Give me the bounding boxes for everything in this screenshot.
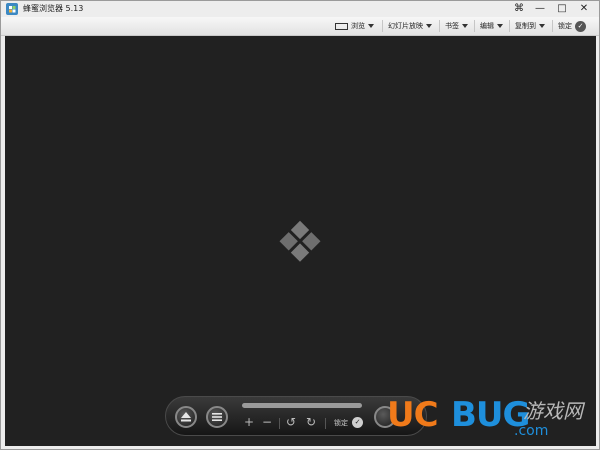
menu-icon [212,413,222,421]
copy-to-menu[interactable]: 复制到 [515,17,545,35]
chevron-down-icon [368,24,374,28]
watermark-cn: 游戏网 [523,399,583,423]
eject-button[interactable] [175,406,197,428]
watermark-uc: UC [387,395,439,435]
slideshow-label: 幻灯片放映 [388,22,423,30]
close-button[interactable]: ✕ [574,2,594,15]
toolbar-divider [382,20,383,32]
edit-menu[interactable]: 编辑 [480,17,503,35]
lock-label: 锁定 [558,22,572,30]
title-bar: 蜂蜜浏览器 5.13 ⌘ — □ ✕ [1,1,599,17]
rotate-right-button[interactable]: ↻ [304,415,318,429]
toolbar-divider [509,20,510,32]
browse-menu[interactable]: 浏览 [335,17,374,35]
lock-toggle[interactable]: 锁定 ✓ [558,17,586,35]
app-window: 蜂蜜浏览器 5.13 ⌘ — □ ✕ 浏览 幻灯片放映 书签 编辑 复制到 锁定… [0,0,600,450]
control-divider [325,418,326,429]
bookmark-menu[interactable]: 书签 [445,17,468,35]
bookmark-label: 书签 [445,22,459,30]
chevron-down-icon [497,24,503,28]
eject-icon [181,412,191,422]
copy-to-label: 复制到 [515,22,536,30]
toolbar: 浏览 幻灯片放映 书签 编辑 复制到 锁定 ✓ [1,17,599,36]
chevron-down-icon [539,24,545,28]
check-icon[interactable]: ✓ [352,417,363,428]
chevron-down-icon [426,24,432,28]
app-icon [6,3,18,15]
toolbar-divider [439,20,440,32]
browse-label: 浏览 [351,22,365,30]
toolbar-divider [552,20,553,32]
slideshow-menu[interactable]: 幻灯片放映 [388,17,432,35]
minimize-button[interactable]: — [530,2,550,15]
chevron-down-icon [462,24,468,28]
toolbar-divider [474,20,475,32]
menu-button[interactable] [206,406,228,428]
maximize-button[interactable]: □ [552,2,572,15]
rotate-left-button[interactable]: ↺ [284,415,298,429]
watermark: UC BUG 游戏网 .com [381,391,596,449]
browse-icon [335,22,348,30]
app-logo-icon [279,220,321,262]
progress-slider[interactable] [242,403,362,408]
zoom-in-button[interactable]: + [242,415,256,429]
pin-icon[interactable]: ⌘ [509,2,529,15]
lock-label[interactable]: 锁定 [334,417,348,429]
watermark-com: .com [514,423,549,439]
control-divider [279,418,280,429]
window-title: 蜂蜜浏览器 5.13 [23,4,84,13]
check-icon: ✓ [575,20,586,32]
zoom-out-button[interactable]: − [260,415,274,429]
edit-label: 编辑 [480,22,494,30]
